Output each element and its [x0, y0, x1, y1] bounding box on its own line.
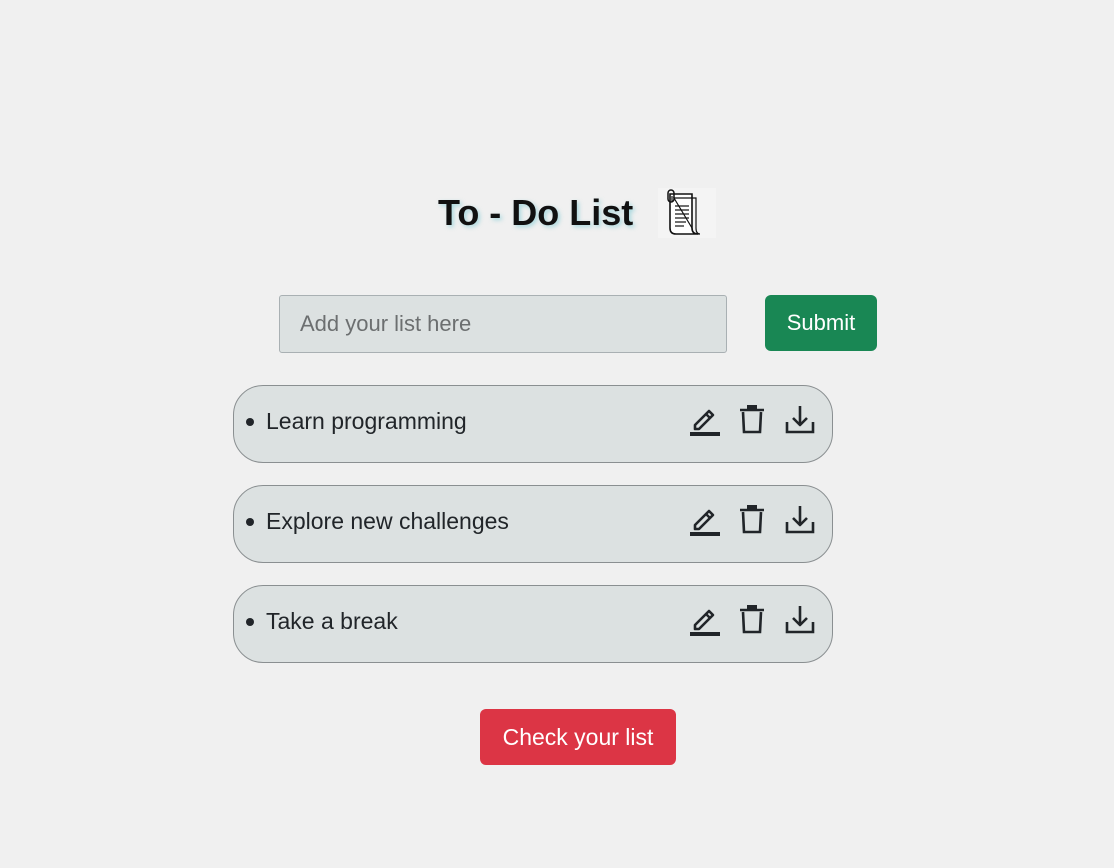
- todo-text: Learn programming: [266, 408, 467, 434]
- download-icon[interactable]: [782, 602, 818, 638]
- todo-item: Take a break: [233, 585, 833, 663]
- trash-icon[interactable]: [734, 602, 770, 638]
- todo-item: Explore new challenges: [233, 485, 833, 563]
- edit-icon[interactable]: [686, 402, 722, 438]
- bullet: [246, 518, 254, 526]
- todo-list: Learn programming Explore new challenges…: [233, 385, 833, 685]
- title-row: To - Do List: [0, 188, 1114, 240]
- bullet: [246, 418, 254, 426]
- check-list-button[interactable]: Check your list: [480, 709, 676, 765]
- notepad-icon: [658, 188, 716, 238]
- edit-icon[interactable]: [686, 502, 722, 538]
- todo-text: Take a break: [266, 608, 398, 634]
- bullet: [246, 618, 254, 626]
- trash-icon[interactable]: [734, 502, 770, 538]
- todo-item: Learn programming: [233, 385, 833, 463]
- todo-text: Explore new challenges: [266, 508, 509, 534]
- add-item-input[interactable]: [279, 295, 727, 353]
- download-icon[interactable]: [782, 402, 818, 438]
- edit-icon[interactable]: [686, 602, 722, 638]
- page-title: To - Do List: [438, 192, 634, 233]
- trash-icon[interactable]: [734, 402, 770, 438]
- todo-page: To - Do List Submit Learn programming: [0, 0, 1114, 868]
- submit-button[interactable]: Submit: [765, 295, 877, 351]
- download-icon[interactable]: [782, 502, 818, 538]
